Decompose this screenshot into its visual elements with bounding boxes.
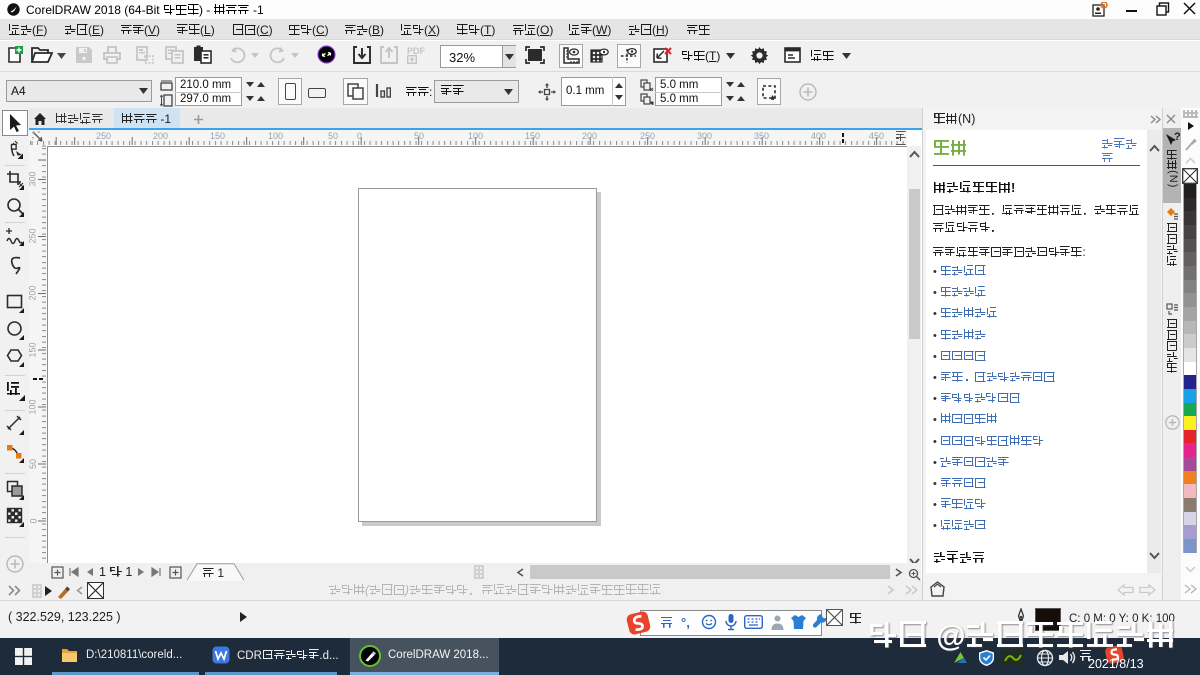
svg-text:?: ? [1174, 131, 1181, 143]
